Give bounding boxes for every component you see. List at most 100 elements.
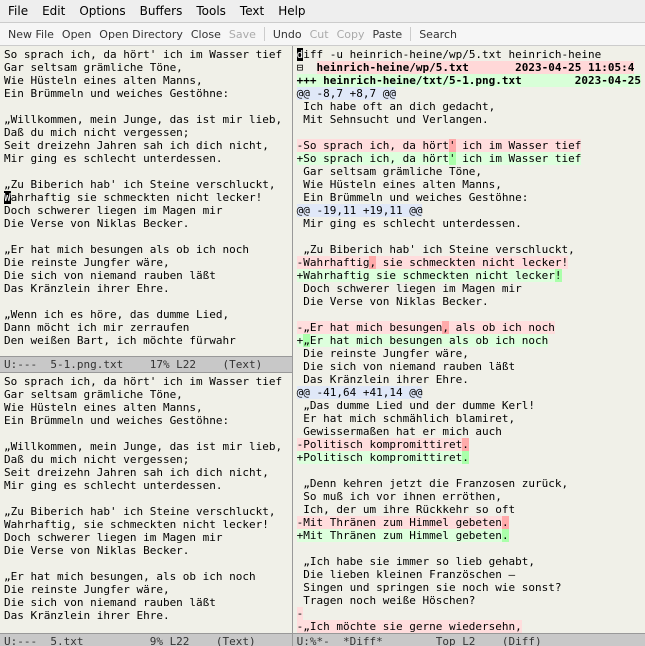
toolbar-close[interactable]: Close <box>191 28 221 41</box>
diff-context: Das Kränzlein ihrer Ehre. <box>297 373 641 386</box>
text-line: Doch schwerer liegen im Magen mir <box>4 531 288 544</box>
toolbar-cut: Cut <box>310 28 329 41</box>
text-line: „Wenn ich es höre, das dumme Lied, <box>4 308 288 321</box>
menubar[interactable]: File Edit Options Buffers Tools Text Help <box>0 0 645 23</box>
text-line: „Willkommen, mein Junge, das ist mir lie… <box>4 113 288 126</box>
text-line: Die sich von niemand rauben läßt <box>4 596 288 609</box>
toolbar-separator <box>264 27 265 41</box>
toolbar-open[interactable]: Open <box>62 28 91 41</box>
text-line: Wie Hüsteln eines alten Manns, <box>4 401 288 414</box>
text-line: Daß du mich nicht vergessen; <box>4 453 288 466</box>
diff-removed: - <box>297 607 641 620</box>
text-line: So sprach ich, da hört' ich im Wasser ti… <box>4 375 288 388</box>
text-line <box>4 295 288 308</box>
workarea: So sprach ich, da hört' ich im Wasser ti… <box>0 46 645 646</box>
text-line <box>4 622 288 633</box>
text-line: Ein Brümmeln und weiches Gestöhne: <box>4 414 288 427</box>
text-line: Das Kränzlein ihrer Ehre. <box>4 609 288 622</box>
diff-context: „Das dumme Lied und der dumme Kerl! <box>297 399 641 412</box>
text-line: Ein Brümmeln und weiches Gestöhne: <box>4 87 288 100</box>
text-line: Mir ging es schlecht unterdessen. <box>4 479 288 492</box>
buffer-5-1-png-txt[interactable]: So sprach ich, da hört' ich im Wasser ti… <box>0 46 292 356</box>
text-line: Die reinste Jungfer wäre, <box>4 256 288 269</box>
left-column: So sprach ich, da hört' ich im Wasser ti… <box>0 46 293 646</box>
diff-hunk-header: @@ -19,11 +19,11 @@ <box>297 204 641 217</box>
diff-added: +Wahrhaftig sie schmeckten nicht lecker! <box>297 269 641 282</box>
text-line: Seit dreizehn Jahren sah ich dich nicht, <box>4 466 288 479</box>
text-line: Gar seltsam grämliche Töne, <box>4 388 288 401</box>
diff-removed: -„Ich möchte sie gerne wiedersehn, <box>297 620 641 633</box>
diff-removed: -„Er hat mich besungen, als ob ich noch <box>297 321 641 334</box>
diff-context: Mit Sehnsucht und Verlangen. <box>297 113 641 126</box>
toolbar-new-file[interactable]: New File <box>8 28 54 41</box>
text-line: Die reinste Jungfer wäre, <box>4 583 288 596</box>
diff-hunk-header: @@ -41,64 +41,14 @@ <box>297 386 641 399</box>
diff-context: Die lieben kleinen Französchen – <box>297 568 641 581</box>
menu-file[interactable]: File <box>8 4 28 18</box>
text-line: „Er hat mich besungen als ob ich noch <box>4 243 288 256</box>
text-line: Wie Hüsteln eines alten Manns, <box>4 74 288 87</box>
text-line: Daß du mich nicht vergessen; <box>4 126 288 139</box>
menu-tools[interactable]: Tools <box>196 4 226 18</box>
diff-context: Doch schwerer liegen im Magen mir <box>297 282 641 295</box>
diff-context <box>297 126 641 139</box>
diff-context: Ich habe oft an dich gedacht, <box>297 100 641 113</box>
modeline-5-1-png-txt: U:--- 5-1.png.txt 17% L22 (Text) <box>0 356 292 373</box>
diff-removed: -Politisch kompromittiret. <box>297 438 641 451</box>
diff-context: Mir ging es schlecht unterdessen. <box>297 217 641 230</box>
diff-cmd: diff -u heinrich-heine/wp/5.txt heinrich… <box>297 48 641 61</box>
diff-context: Die sich von niemand rauben läßt <box>297 360 641 373</box>
diff-context: Die reinste Jungfer wäre, <box>297 347 641 360</box>
diff-context: „Zu Biberich hab' ich Steine verschluckt… <box>297 243 641 256</box>
toolbar-open-dir[interactable]: Open Directory <box>99 28 183 41</box>
menu-options[interactable]: Options <box>79 4 125 18</box>
diff-removed: -Wahrhaftig, sie schmeckten nicht lecker… <box>297 256 641 269</box>
diff-removed: -So sprach ich, da hört' ich im Wasser t… <box>297 139 641 152</box>
diff-file-removed: ⊟ heinrich-heine/wp/5.txt 2023-04-25 11:… <box>297 61 641 74</box>
diff-context: Tragen noch weiße Höschen? <box>297 594 641 607</box>
diff-added: +Mit Thränen zum Himmel gebeten. <box>297 529 641 542</box>
text-line: Doch schwerer liegen im Magen mir <box>4 204 288 217</box>
text-line: So sprach ich, da hört' ich im Wasser ti… <box>4 48 288 61</box>
diff-context: Ein Brümmeln und weiches Gestöhne: <box>297 191 641 204</box>
menu-edit[interactable]: Edit <box>42 4 65 18</box>
text-line: Wahrhaftig sie schmeckten nicht lecker! <box>4 191 288 204</box>
buffer-5-txt[interactable]: So sprach ich, da hört' ich im Wasser ti… <box>0 373 292 633</box>
toolbar-search[interactable]: Search <box>419 28 457 41</box>
diff-file-added: +++ heinrich-heine/txt/5-1.png.txt 2023-… <box>297 74 641 87</box>
buffer-diff[interactable]: diff -u heinrich-heine/wp/5.txt heinrich… <box>293 46 645 633</box>
diff-context: „Denn kehren jetzt die Franzosen zurück, <box>297 477 641 490</box>
modeline-5-txt: U:--- 5.txt 9% L22 (Text) <box>0 633 292 646</box>
diff-context: So muß ich vor ihnen erröthen, <box>297 490 641 503</box>
diff-context: Wie Hüsteln eines alten Manns, <box>297 178 641 191</box>
diff-added: +So sprach ich, da hört' ich im Wasser t… <box>297 152 641 165</box>
text-line: Mir ging es schlecht unterdessen. <box>4 152 288 165</box>
diff-context: Gar seltsam grämliche Töne, <box>297 165 641 178</box>
diff-context <box>297 464 641 477</box>
menu-buffers[interactable]: Buffers <box>140 4 183 18</box>
diff-context: Die Verse von Niklas Becker. <box>297 295 641 308</box>
text-line <box>4 165 288 178</box>
menu-text[interactable]: Text <box>240 4 264 18</box>
text-line: Wahrhaftig, sie schmeckten nicht lecker! <box>4 518 288 531</box>
toolbar-separator <box>410 27 411 41</box>
diff-context <box>297 230 641 243</box>
diff-context: Er hat mich schmählich blamiret, <box>297 412 641 425</box>
diff-context: Ich, der um ihre Rückkehr so oft <box>297 503 641 516</box>
diff-removed: -Mit Thränen zum Himmel gebeten. <box>297 516 641 529</box>
text-line: Den weißen Bart, ich möchte fürwahr <box>4 334 288 347</box>
text-line: Seit dreizehn Jahren sah ich dich nicht, <box>4 139 288 152</box>
toolbar[interactable]: New File Open Open Directory Close Save Undo C… <box>0 23 645 46</box>
menu-help[interactable]: Help <box>278 4 305 18</box>
diff-context <box>297 308 641 321</box>
text-line <box>4 492 288 505</box>
text-line <box>4 230 288 243</box>
text-line: Gar seltsam grämliche Töne, <box>4 61 288 74</box>
text-line: Das Kränzlein ihrer Ehre. <box>4 282 288 295</box>
toolbar-copy: Copy <box>337 28 365 41</box>
toolbar-paste[interactable]: Paste <box>372 28 402 41</box>
toolbar-undo[interactable]: Undo <box>273 28 302 41</box>
toolbar-save: Save <box>229 28 256 41</box>
text-line: „Er hat mich besungen, als ob ich noch <box>4 570 288 583</box>
text-line <box>4 100 288 113</box>
